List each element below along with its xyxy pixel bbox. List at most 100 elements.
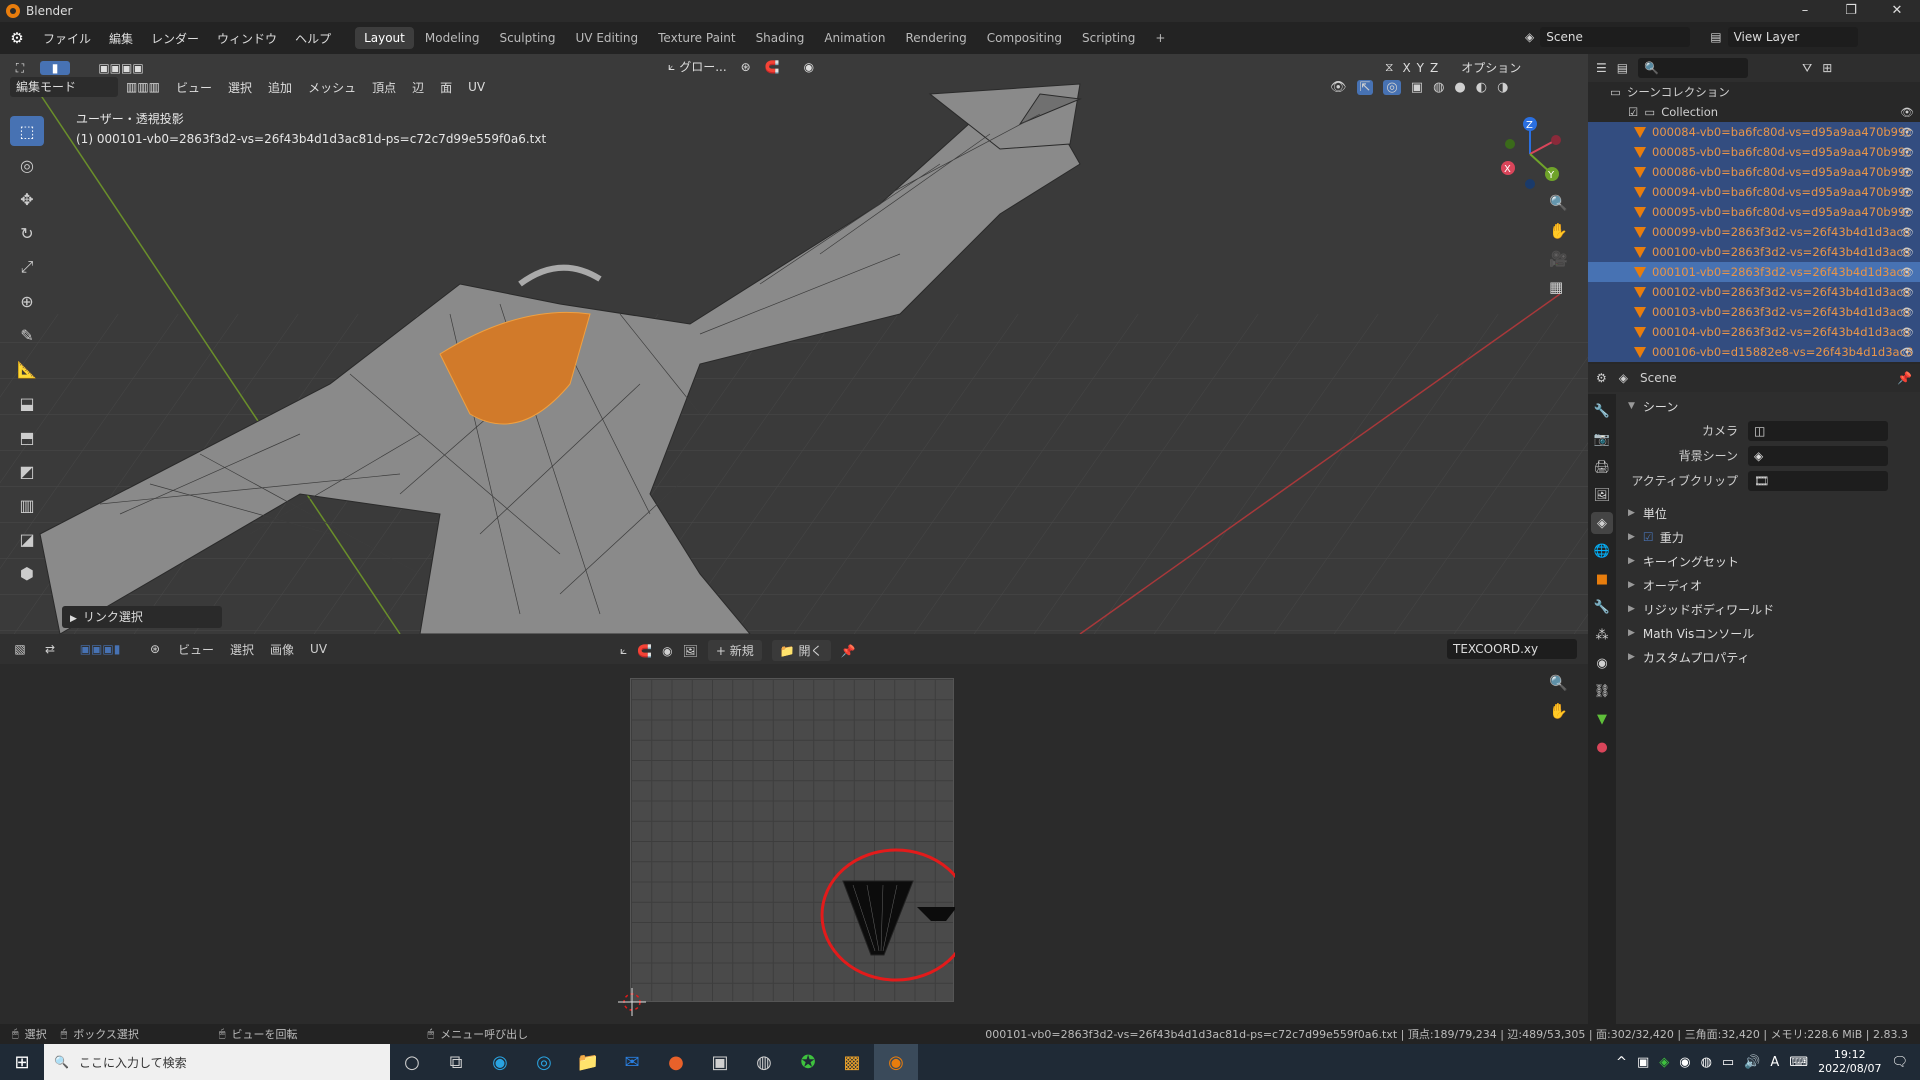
properties-editor-icon[interactable]: ⚙ — [1596, 371, 1607, 385]
overlay-toggle-icon[interactable]: ◎ — [1383, 80, 1401, 95]
uv-menu-uv[interactable]: UV — [302, 642, 335, 656]
menu-face[interactable]: 面 — [432, 79, 460, 96]
task-view-icon[interactable]: ⧉ — [434, 1044, 478, 1080]
last-operation-panel[interactable]: ▶ リンク選択 — [62, 606, 222, 628]
outliner-object-row[interactable]: 000100-vb0=2863f3d2-vs=26f43b4d1d3ac8 👁 — [1588, 242, 1920, 262]
outliner-object-row[interactable]: 000104-vb0=2863f3d2-vs=26f43b4d1d3ac8 👁 — [1588, 322, 1920, 342]
gravity-panel[interactable]: ▶ ☑ 重力 — [1618, 525, 1920, 549]
outliner-editor-icon[interactable]: ☰ — [1596, 61, 1607, 75]
scene-panel-header[interactable]: ▼ シーン — [1618, 394, 1920, 418]
axis-x-toggle[interactable]: X — [1402, 61, 1410, 75]
new-collection-icon[interactable]: ⊞ — [1822, 61, 1832, 75]
rendered-shading-icon[interactable]: ◑ — [1497, 80, 1508, 95]
uv-pan-hand-icon[interactable]: ✋ — [1549, 702, 1568, 720]
eye-icon[interactable]: 👁 — [1900, 246, 1914, 259]
volume-icon[interactable]: 🔊 — [1744, 1055, 1760, 1070]
audio-panel[interactable]: ▶ オーディオ — [1618, 573, 1920, 597]
outliner-object-row[interactable]: 000101-vb0=2863f3d2-vs=26f43b4d1d3ac8 👁 — [1588, 262, 1920, 282]
transform-orientation-icon[interactable]: ⟀ — [668, 59, 675, 74]
3d-viewport[interactable]: ⛶ ▮ ▣▣▣▣ ⟀ グロー... ⊛ 🧲 ◉ ⧖ X Y Z オプション 編集… — [0, 54, 1588, 634]
tray-app-icon[interactable]: ◉ — [1679, 1055, 1690, 1070]
transform-orientation-field[interactable]: グロー... — [679, 58, 726, 75]
tab-scripting[interactable]: Scripting — [1073, 27, 1144, 49]
uv-snap-icon[interactable]: 🧲 — [637, 644, 652, 658]
eye-icon[interactable]: 👁 — [1900, 346, 1914, 359]
axis-z-toggle[interactable]: Z — [1430, 61, 1438, 75]
visibility-icon[interactable]: 👁 — [1330, 80, 1347, 95]
uv-map-field[interactable]: TEXCOORD.xy — [1447, 639, 1577, 659]
outliner-object-row[interactable]: 000084-vb0=ba6fc80d-vs=d95a9aa470b99c 👁 — [1588, 122, 1920, 142]
uv-zoom-icon[interactable]: 🔍 — [1549, 674, 1568, 692]
tray-epic-icon[interactable]: ▣ — [1637, 1055, 1649, 1070]
tab-uv-editing[interactable]: UV Editing — [567, 27, 648, 49]
blender-menu-icon[interactable]: ⚙ — [0, 29, 34, 47]
menu-file[interactable]: ファイル — [34, 30, 100, 47]
ortho-grid-icon[interactable]: ▦ — [1549, 278, 1568, 296]
rotate-tool-icon[interactable]: ↻ — [10, 218, 44, 248]
move-tool-icon[interactable]: ✥ — [10, 184, 44, 214]
cortana-icon[interactable]: ○ — [390, 1044, 434, 1080]
menu-window[interactable]: ウィンドウ — [208, 30, 286, 47]
eye-icon[interactable]: 👁 — [1900, 286, 1914, 299]
menu-vertex[interactable]: 頂点 — [364, 79, 404, 96]
scene-icon[interactable]: ◈ — [1525, 30, 1534, 44]
menu-edge[interactable]: 辺 — [404, 79, 432, 96]
edge-icon[interactable]: ◉ — [478, 1044, 522, 1080]
keying-sets-panel[interactable]: ▶ キーイングセット — [1618, 549, 1920, 573]
solid-shading-icon[interactable]: ● — [1454, 80, 1465, 95]
tab-shading[interactable]: Shading — [747, 27, 814, 49]
file-explorer-icon[interactable]: 📁 — [566, 1044, 610, 1080]
view-layer-field[interactable]: View Layer — [1727, 27, 1858, 47]
clock[interactable]: 19:12 2022/08/07 — [1818, 1048, 1881, 1076]
uv-grid[interactable] — [630, 678, 955, 1002]
eye-icon[interactable]: 👁 — [1900, 266, 1914, 279]
physics-tab-icon[interactable]: ◉ — [1591, 652, 1613, 674]
collection-row[interactable]: ☑ ▭ Collection 👁 — [1588, 102, 1920, 122]
minimize-button[interactable]: – — [1782, 0, 1828, 22]
scene-tab-icon[interactable]: ◈ — [1591, 512, 1613, 534]
selection-modes[interactable]: ▣▣▣▣ — [76, 61, 166, 75]
blender-taskbar-icon[interactable]: ◉ — [874, 1044, 918, 1080]
eye-icon[interactable]: 👁 — [1900, 166, 1914, 179]
eye-icon[interactable]: 👁 — [1900, 206, 1914, 219]
gravity-checkbox[interactable]: ☑ — [1643, 530, 1654, 544]
tab-animation[interactable]: Animation — [815, 27, 894, 49]
pivot-icon[interactable]: ⊛ — [741, 60, 751, 74]
tray-green-icon[interactable]: ◈ — [1659, 1055, 1669, 1070]
scale-tool-icon[interactable]: ⤢ — [10, 252, 44, 282]
uv-menu-image[interactable]: 画像 — [262, 641, 302, 658]
outliner-object-row[interactable]: 000086-vb0=ba6fc80d-vs=d95a9aa470b99c 👁 — [1588, 162, 1920, 182]
menu-select[interactable]: 選択 — [220, 79, 260, 96]
menu-help[interactable]: ヘルプ — [286, 30, 340, 47]
tab-texture-paint[interactable]: Texture Paint — [649, 27, 744, 49]
gizmo-toggle-icon[interactable]: ⇱ — [1356, 80, 1374, 95]
uv-transform-icon[interactable]: ⟀ — [620, 643, 627, 658]
inset-tool-icon[interactable]: ⬒ — [10, 422, 44, 452]
output-tab-icon[interactable]: 🖨 — [1591, 456, 1613, 478]
annotate-tool-icon[interactable]: ✎ — [10, 320, 44, 350]
uv-proportional-icon[interactable]: ◉ — [662, 644, 672, 658]
knife-tool-icon[interactable]: ◪ — [10, 524, 44, 554]
close-button[interactable]: ✕ — [1874, 0, 1920, 22]
outliner-object-row[interactable]: 000095-vb0=ba6fc80d-vs=d95a9aa470b99c 👁 — [1588, 202, 1920, 222]
menu-uv[interactable]: UV — [460, 80, 493, 94]
cursor-tool-icon[interactable]: ◎ — [10, 150, 44, 180]
add-workspace-button[interactable]: + — [1146, 27, 1174, 49]
uv-editor[interactable]: 🔍 ✋ — [0, 664, 1588, 1024]
steam-icon[interactable]: ◍ — [742, 1044, 786, 1080]
transform-tool-icon[interactable]: ⊕ — [10, 286, 44, 316]
scene-field[interactable]: Scene — [1540, 27, 1691, 47]
outliner-object-row[interactable]: 000103-vb0=2863f3d2-vs=26f43b4d1d3ac8 👁 — [1588, 302, 1920, 322]
proportional-edit-icon[interactable]: ◉ — [804, 60, 814, 74]
object-tab-icon[interactable]: ■ — [1591, 568, 1613, 590]
pin-icon[interactable]: 📌 — [841, 644, 856, 658]
poly-build-tool-icon[interactable]: ⬢ — [10, 558, 44, 588]
world-tab-icon[interactable]: 🌐 — [1591, 540, 1613, 562]
filter-icon[interactable]: ⛛ — [1802, 61, 1812, 76]
extrude-tool-icon[interactable]: ⬓ — [10, 388, 44, 418]
tray-steam-icon[interactable]: ◍ — [1701, 1055, 1712, 1070]
collection-checkbox[interactable]: ☑ — [1628, 105, 1638, 119]
eye-icon[interactable]: 👁 — [1900, 306, 1914, 319]
loop-cut-tool-icon[interactable]: ▥ — [10, 490, 44, 520]
tiger-app-icon[interactable]: ▩ — [830, 1044, 874, 1080]
